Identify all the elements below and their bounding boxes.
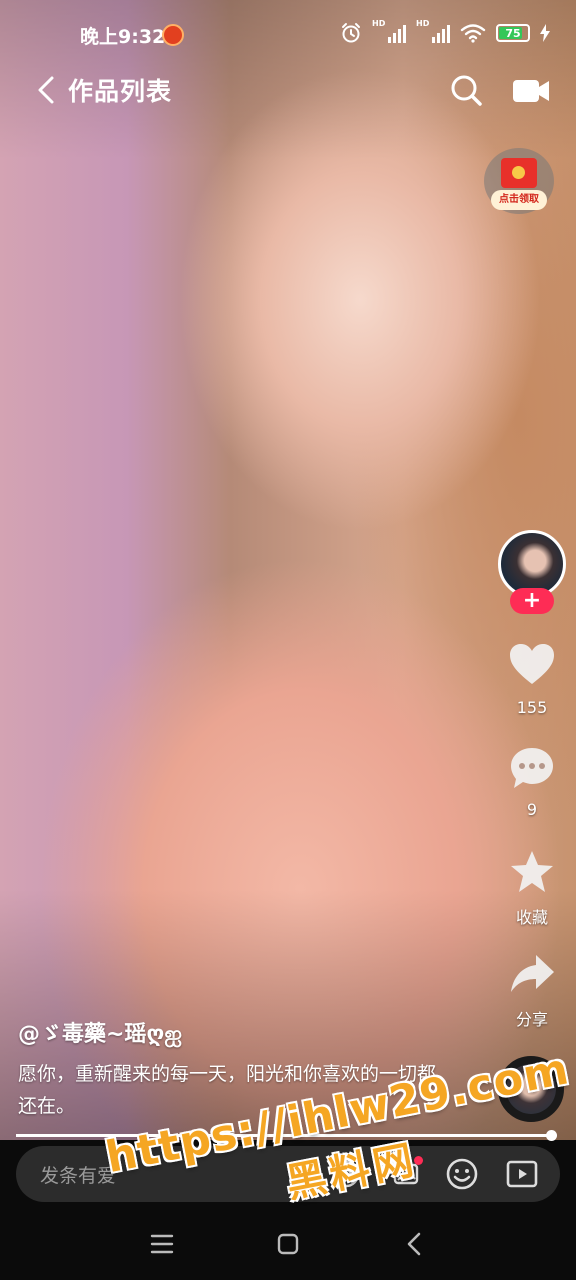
progress-knob[interactable]	[545, 1130, 557, 1141]
menu-icon	[150, 1234, 174, 1254]
play-square-icon	[506, 1160, 538, 1188]
back-nav-button[interactable]	[396, 1228, 432, 1260]
home-button[interactable]	[270, 1228, 306, 1260]
search-icon	[451, 75, 482, 106]
progress-bar[interactable]	[16, 1130, 557, 1141]
heart-icon	[510, 644, 554, 684]
emoji-icon	[446, 1158, 478, 1190]
comment-button[interactable]	[506, 742, 558, 794]
camera-icon	[513, 80, 549, 102]
like-count: 155	[516, 698, 548, 717]
hd-label: HD	[372, 19, 386, 28]
status-bar: 晚上9:32 HD HD 75	[0, 18, 576, 54]
star-icon	[511, 851, 553, 892]
red-packet-button[interactable]: 点击领取	[484, 148, 554, 214]
like-button[interactable]	[506, 638, 558, 690]
battery-icon: 75	[496, 24, 530, 42]
battery-level: 75	[505, 26, 521, 40]
comment-count: 9	[526, 800, 538, 819]
hd-label: HD	[416, 19, 430, 28]
camera-button[interactable]	[510, 72, 552, 108]
square-icon	[277, 1233, 299, 1255]
red-envelope-icon	[501, 158, 537, 188]
signal-icon: HD	[416, 19, 450, 43]
music-disc[interactable]	[498, 1056, 564, 1122]
back-button[interactable]	[28, 70, 64, 110]
video-reply-button[interactable]	[504, 1156, 540, 1192]
status-time: 晚上9:32	[80, 26, 166, 48]
wifi-icon	[460, 24, 486, 43]
triangle-back-icon	[407, 1232, 421, 1256]
comment-input[interactable]: 发条有爱	[40, 1161, 116, 1188]
at-icon	[332, 1160, 360, 1188]
chevron-left-icon	[38, 76, 54, 104]
alarm-icon	[342, 23, 360, 43]
follow-button[interactable]: +	[510, 588, 554, 614]
favorite-label: 收藏	[515, 908, 548, 927]
comment-bar[interactable]: 发条有爱	[16, 1146, 560, 1202]
video-description: 愿你，重新醒来的每一天，阳光和你喜欢的一切都还在。	[18, 1063, 437, 1117]
red-packet-label: 点击领取	[491, 190, 547, 210]
notification-dot	[414, 1156, 423, 1165]
page-title: 作品列表	[68, 77, 173, 106]
comment-icon	[511, 748, 553, 788]
music-cover	[506, 1064, 556, 1114]
system-nav-bar	[0, 1214, 576, 1274]
progress-fill	[16, 1134, 551, 1137]
emoji-button[interactable]	[444, 1156, 480, 1192]
mention-button[interactable]	[328, 1156, 364, 1192]
charging-icon	[540, 24, 550, 42]
share-label: 分享	[515, 1010, 548, 1029]
menu-button[interactable]	[144, 1228, 180, 1260]
notification-app-icon	[162, 24, 184, 46]
favorite-button[interactable]	[506, 846, 558, 898]
share-arrow-icon	[511, 955, 554, 992]
search-button[interactable]	[446, 70, 486, 110]
author-name[interactable]: @ゞ毒藥~瑶ღஐ	[18, 1016, 182, 1050]
status-icons: HD HD 75	[340, 19, 550, 44]
top-nav: 作品列表	[0, 64, 576, 114]
share-button[interactable]	[506, 948, 558, 1000]
signal-icon: HD	[372, 19, 406, 43]
